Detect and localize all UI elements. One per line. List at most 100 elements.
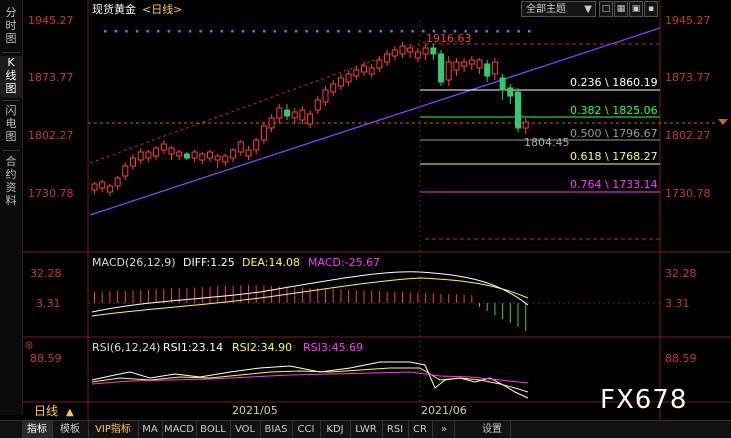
candle-body xyxy=(137,151,144,161)
signal-dot xyxy=(146,30,149,33)
candle-body xyxy=(176,151,183,157)
candle-body xyxy=(453,61,460,71)
signal-dot xyxy=(400,30,404,33)
candle-body xyxy=(461,61,468,67)
candle-body xyxy=(207,151,213,159)
time-axis-label: 2021/05 xyxy=(232,404,278,417)
tab-指标[interactable]: 指标 xyxy=(22,421,53,438)
candle-body xyxy=(476,59,483,69)
tab-vol[interactable]: VOL xyxy=(230,421,261,438)
theme-select[interactable]: 全部主题 ▼ xyxy=(521,1,596,17)
signal-dot xyxy=(485,30,489,33)
grid-icon: ▦ xyxy=(616,4,626,14)
tab-more[interactable]: » xyxy=(434,421,455,438)
candle-body xyxy=(337,77,344,87)
candle-body xyxy=(522,121,529,129)
tab-bias[interactable]: BIAS xyxy=(260,421,293,438)
candle-body xyxy=(515,91,521,129)
indicator-tab-bar: 指标 模板 VIP指标 MA MACD BOLL VOL BIAS CCI KDJ LWR RSI CR… xyxy=(0,420,731,438)
right-price-axis: 1945.27 1873.77 1802.27 1730.78 xyxy=(665,14,711,200)
toolbar-button[interactable]: □ xyxy=(599,1,613,17)
price-tick-label: 1730.78 xyxy=(28,187,74,200)
macd-axis-label: 32.28 xyxy=(665,267,697,280)
candlestick-series xyxy=(91,42,529,196)
candle-body xyxy=(407,47,414,53)
macd-axis-label: 32.28 xyxy=(30,267,62,280)
tab-boll[interactable]: BOLL xyxy=(196,421,231,438)
period-label[interactable]: 日线 xyxy=(34,404,58,418)
candle-body xyxy=(468,59,475,65)
candle-body xyxy=(191,151,198,159)
signal-dot xyxy=(252,30,255,33)
price-tick-label: 1945.27 xyxy=(28,14,74,27)
tab-ma[interactable]: MA xyxy=(138,421,163,438)
settings-icon[interactable] xyxy=(25,341,33,349)
signal-dot xyxy=(104,30,107,33)
fib-label: 0.764 \ 1733.14 xyxy=(570,178,658,191)
candle-body xyxy=(222,155,229,163)
theme-select-value: 全部主题 xyxy=(526,4,566,15)
tab-rsi[interactable]: RSI xyxy=(382,421,409,438)
candle-body xyxy=(353,69,360,77)
rsi-label: RSI(6,12,24) xyxy=(92,341,160,354)
toolbar-button[interactable]: ▪ xyxy=(644,1,658,17)
price-marker-icon xyxy=(718,119,728,125)
signal-dot xyxy=(305,30,308,33)
period-caret-icon[interactable]: ▲ xyxy=(66,407,74,418)
toolbar-button[interactable]: ▦ xyxy=(614,1,628,17)
candle-body xyxy=(130,157,136,167)
candle-body xyxy=(114,177,121,187)
macd-dea: DEA:14.08 xyxy=(242,256,300,269)
candle-body xyxy=(345,73,352,83)
signal-dot xyxy=(496,30,499,33)
fib-label: 0.500 \ 1796.67 xyxy=(570,127,658,140)
candle-body xyxy=(361,65,367,73)
signal-dot xyxy=(379,30,383,33)
tab-模板[interactable]: 模板 xyxy=(52,421,89,438)
tab-kdj[interactable]: KDJ xyxy=(320,421,351,438)
signal-dot xyxy=(528,30,531,33)
candle-body xyxy=(391,49,398,57)
signal-dot xyxy=(220,30,224,33)
time-axis-label: 2021/06 xyxy=(421,404,467,417)
candle-body xyxy=(230,149,237,159)
tab-cci[interactable]: CCI xyxy=(292,421,321,438)
candle-body xyxy=(145,151,152,159)
candle-body xyxy=(153,147,160,157)
candle-body xyxy=(122,165,129,177)
instrument-title: 现货黄金 xyxy=(92,2,136,16)
tab-macd[interactable]: MACD xyxy=(162,421,197,438)
tab-cr[interactable]: CR xyxy=(408,421,433,438)
left-price-axis: 1945.27 1873.77 1802.27 1730.78 xyxy=(28,14,74,200)
price-tick-label: 1873.77 xyxy=(665,71,711,84)
price-tick-label: 1873.77 xyxy=(28,71,74,84)
macd-diff: DIFF:1.25 xyxy=(183,256,235,269)
candle-body xyxy=(284,109,290,117)
candle-body xyxy=(168,147,175,155)
signal-dot xyxy=(114,30,118,33)
signal-dot xyxy=(125,30,128,33)
fib-label: 0.382 \ 1825.06 xyxy=(570,104,658,117)
rsi1-value: RSI1:23.14 xyxy=(163,341,223,354)
tab-lwr[interactable]: LWR xyxy=(350,421,383,438)
signal-dot xyxy=(231,30,234,33)
candle-body xyxy=(507,87,514,97)
high-price-annotation: 1916.63 xyxy=(426,32,472,45)
fib-label: 0.236 \ 1860.19 xyxy=(570,76,658,89)
signal-dot xyxy=(157,30,160,33)
candle-body xyxy=(299,109,306,121)
tab-设置[interactable]: 设置 xyxy=(474,421,511,438)
watermark-logo: FX678 xyxy=(600,385,688,415)
signal-dot xyxy=(167,30,171,33)
price-tick-label: 1945.27 xyxy=(665,14,711,27)
candle-body xyxy=(368,67,375,75)
tab-vip指标[interactable]: VIP指标 xyxy=(88,421,139,438)
candle-body xyxy=(322,89,329,103)
toolbar-button[interactable]: ▣ xyxy=(629,1,643,17)
signal-dot xyxy=(294,30,298,33)
rsi-axis-label: 88.59 xyxy=(30,352,62,365)
period-link[interactable]: <日线> xyxy=(142,2,182,16)
signal-dot xyxy=(263,30,266,33)
candle-body xyxy=(199,153,206,161)
signal-dot xyxy=(273,30,277,33)
